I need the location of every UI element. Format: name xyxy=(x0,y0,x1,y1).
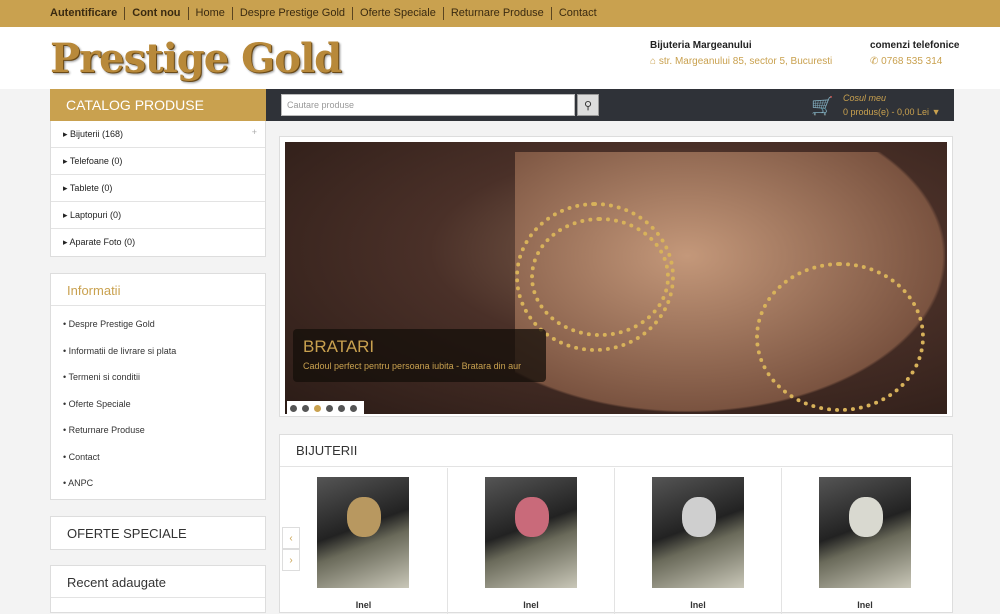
nav-home[interactable]: Home xyxy=(187,7,232,20)
home-icon: ⌂ xyxy=(650,56,659,67)
catalog-title: CATALOG PRODUSE xyxy=(50,89,266,121)
info-link[interactable]: • Informatii de livrare si plata xyxy=(51,338,265,365)
phone-number: 0768 535 314 xyxy=(881,56,943,67)
products-title: BIJUTERII xyxy=(280,435,952,467)
shop-info: Bijuteria Margeanului ⌂ str. Margeanului… xyxy=(650,40,832,67)
banner-image[interactable]: BRATARI Cadoul perfect pentru persoana i… xyxy=(285,142,947,416)
info-link[interactable]: • Returnare Produse xyxy=(51,417,265,444)
slider-dot[interactable] xyxy=(326,405,333,412)
info-link[interactable]: • Oferte Speciale xyxy=(51,391,265,418)
nav-login[interactable]: Autentificare xyxy=(50,7,124,20)
banner-title: BRATARI xyxy=(303,337,375,356)
product-name[interactable]: Inel xyxy=(615,600,781,610)
category-item[interactable]: ▸ Tablete (0) xyxy=(51,175,265,202)
search-bar: Cautare produse ⚲ 🛒 Cosul meu 0 produs(e… xyxy=(266,89,954,121)
category-item[interactable]: ▸ Aparate Foto (0) xyxy=(51,229,265,256)
slider-dot[interactable] xyxy=(338,405,345,412)
recent-box: Recent adaugate xyxy=(50,565,266,613)
product-image[interactable] xyxy=(652,477,744,588)
nav-register[interactable]: Cont nou xyxy=(124,7,187,20)
nav-contact[interactable]: Contact xyxy=(550,7,604,20)
info-link[interactable]: • Termeni si conditii xyxy=(51,364,265,391)
phone-info: comenzi telefonice ✆ 0768 535 314 xyxy=(870,40,959,67)
offers-box: OFERTE SPECIALE xyxy=(50,516,266,550)
caret-down-icon: ▼ xyxy=(931,107,941,117)
products-section: BIJUTERII ‹ › Inel Inel Inel Inel xyxy=(279,434,953,614)
product-card[interactable]: Inel xyxy=(614,468,781,614)
cart-icon: 🛒 xyxy=(811,96,834,116)
search-icon: ⚲ xyxy=(583,99,593,112)
product-name[interactable]: Inel xyxy=(448,600,614,610)
banner-caption: BRATARI Cadoul perfect pentru persoana i… xyxy=(293,329,546,382)
recent-title: Recent adaugate xyxy=(51,566,265,598)
info-link[interactable]: • Contact xyxy=(51,444,265,471)
banner-slider: BRATARI Cadoul perfect pentru persoana i… xyxy=(279,136,953,417)
nav-returns[interactable]: Returnare Produse xyxy=(442,7,551,20)
info-link[interactable]: • Despre Prestige Gold xyxy=(51,311,265,338)
shop-name: Bijuteria Margeanului xyxy=(650,40,752,51)
category-item[interactable]: ▸ Telefoane (0) xyxy=(51,148,265,175)
phone-icon: ✆ xyxy=(870,56,882,67)
top-nav: Autentificare Cont nou Home Despre Prest… xyxy=(0,0,1000,27)
slider-dot[interactable] xyxy=(350,405,357,412)
header: Prestige Gold Bijuteria Margeanului ⌂ st… xyxy=(0,27,1000,89)
product-image[interactable] xyxy=(819,477,911,588)
nav-offers[interactable]: Oferte Speciale xyxy=(352,7,443,20)
bullet-icon: ▸ xyxy=(63,156,70,166)
slider-dots xyxy=(287,401,364,416)
info-link[interactable]: • ANPC xyxy=(51,470,265,497)
product-card[interactable]: Inel xyxy=(447,468,614,614)
category-item[interactable]: ▸ Laptopuri (0) xyxy=(51,202,265,229)
product-name[interactable]: Inel xyxy=(280,600,447,610)
banner-subtitle: Cadoul perfect pentru persoana iubita - … xyxy=(303,361,522,371)
cart-value: 0 produs(e) - 0,00 Lei xyxy=(843,107,930,117)
search-button[interactable]: ⚲ xyxy=(577,94,599,116)
category-list: ▸ Bijuterii (168) + ▸ Telefoane (0) ▸ Tab… xyxy=(50,121,266,257)
slider-dot[interactable] xyxy=(290,405,297,412)
product-name[interactable]: Inel xyxy=(782,600,948,610)
info-box: Informatii • Despre Prestige Gold • Info… xyxy=(50,273,266,500)
search-input[interactable]: Cautare produse xyxy=(281,94,575,116)
bullet-icon: ▸ xyxy=(63,183,70,193)
product-card[interactable]: Inel xyxy=(280,468,447,614)
plus-icon[interactable]: + xyxy=(252,127,257,137)
product-image[interactable] xyxy=(317,477,409,588)
offers-title: OFERTE SPECIALE xyxy=(67,526,187,541)
info-title: Informatii xyxy=(51,274,265,306)
nav-about[interactable]: Despre Prestige Gold xyxy=(231,7,352,20)
bullet-icon: ▸ xyxy=(63,129,71,139)
slider-dot[interactable] xyxy=(302,405,309,412)
cart-title: Cosul meu xyxy=(843,93,887,103)
slider-dot-active[interactable] xyxy=(314,405,321,412)
shop-address: str. Margeanului 85, sector 5, Bucuresti xyxy=(658,56,833,67)
product-image[interactable] xyxy=(485,477,577,588)
category-item[interactable]: ▸ Bijuterii (168) + xyxy=(51,121,265,148)
product-card[interactable]: Inel xyxy=(781,468,948,614)
phone-title: comenzi telefonice xyxy=(870,40,960,51)
logo[interactable]: Prestige Gold xyxy=(50,35,342,82)
bullet-icon: ▸ xyxy=(63,210,71,220)
